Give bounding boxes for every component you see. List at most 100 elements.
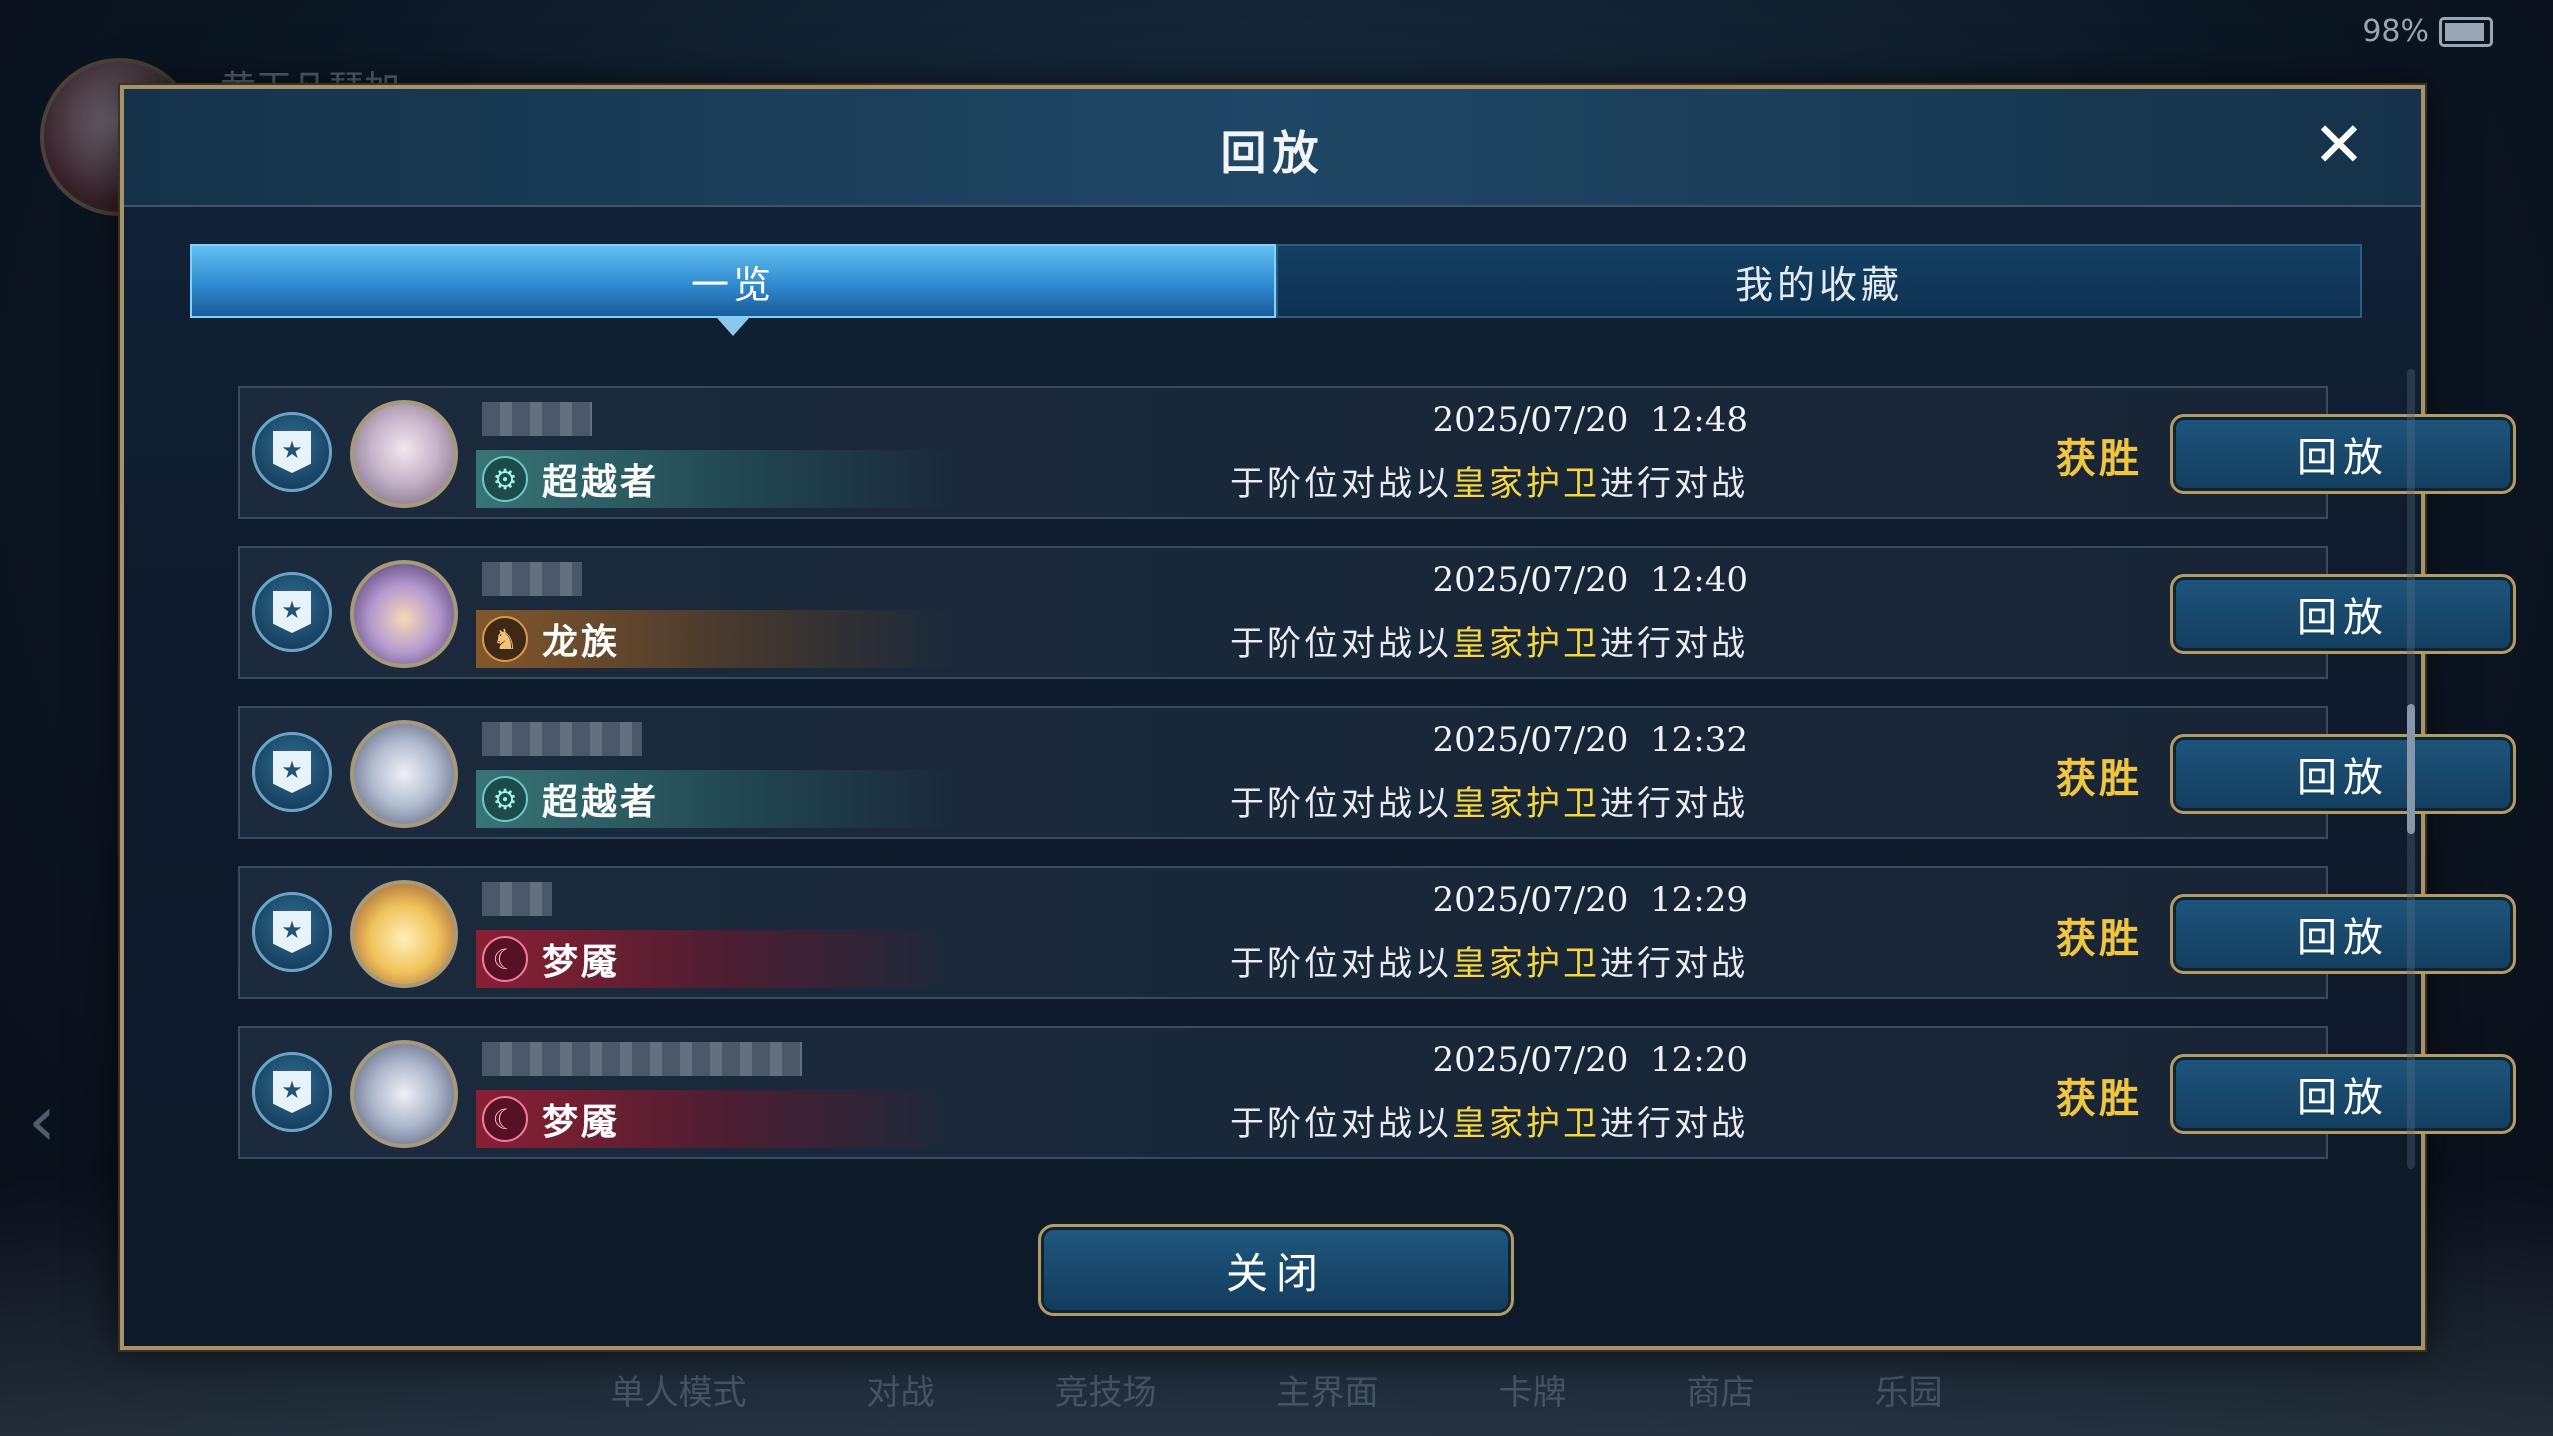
replay-row: ★ ☾ 梦魇 2025/07/20 12:29 于阶位对战以皇家护卫进行对战 获… [238,866,2516,999]
dialog-header: 回放 ✕ [124,89,2421,207]
battery-icon [2439,16,2493,47]
match-description: 于阶位对战以皇家护卫进行对战 [1230,456,1748,505]
dragoncraft-icon: ♞ [482,616,528,662]
match-datetime: 2025/07/20 12:48 [1432,400,1748,440]
desc-suffix: 进行对战 [1600,624,1748,664]
class-strip: ☾ 梦魇 [476,1090,956,1148]
class-name: 梦魇 [542,942,621,983]
deck-name: 皇家护卫 [1452,464,1600,504]
desc-prefix: 于阶位对战以 [1230,624,1452,664]
deck-name: 皇家护卫 [1452,624,1600,664]
match-datetime: 2025/07/20 12:29 [1432,880,1748,920]
class-name: 超越者 [542,462,660,503]
replay-row: ★ ☾ 梦魇 2025/07/20 12:20 于阶位对战以皇家护卫进行对战 获… [238,1026,2516,1159]
class-strip: ♞ 龙族 [476,610,956,668]
class-name: 龙族 [542,622,621,663]
opponent-portrait [350,880,458,988]
abysscraft-icon: ☾ [482,936,528,982]
tab-bar: 一览 我的收藏 [190,244,2362,336]
background-nav-item: 对战 [866,1373,935,1413]
class-name: 超越者 [542,782,660,823]
star-badge-icon: ★ [273,591,311,633]
match-description: 于阶位对战以皇家护卫进行对战 [1230,1096,1748,1145]
background-nav-item: 商店 [1686,1373,1755,1413]
battery-percent: 98% [2362,14,2429,49]
class-strip: ⚙ 超越者 [476,450,956,508]
star-badge-icon: ★ [273,911,311,953]
desc-prefix: 于阶位对战以 [1230,1104,1452,1144]
background-nav-item: 竞技场 [1054,1373,1157,1413]
favorite-button[interactable]: ★ [252,892,332,972]
opponent-portrait [350,720,458,828]
match-result: 获胜 [2056,756,2142,802]
dialog-title: 回放 [1220,126,1325,180]
match-result: 获胜 [2056,916,2142,962]
opponent-name-blurred [482,882,552,916]
deck-name: 皇家护卫 [1452,944,1600,984]
favorite-button[interactable]: ★ [252,732,332,812]
left-arrow-icon: ‹ [28,1080,56,1162]
favorite-button[interactable]: ★ [252,572,332,652]
close-button[interactable]: 关闭 [1038,1224,1514,1316]
star-badge-icon: ★ [273,431,311,473]
class-strip: ☾ 梦魇 [476,930,956,988]
star-badge-icon: ★ [273,751,311,793]
opponent-name-blurred [482,402,592,436]
desc-suffix: 进行对战 [1600,784,1748,824]
replay-list: ★ ⚙ 超越者 2025/07/20 12:48 于阶位对战以皇家护卫进行对战 … [238,386,2516,1186]
portalcraft-icon: ⚙ [482,776,528,822]
match-datetime: 2025/07/20 12:32 [1432,720,1748,760]
match-description: 于阶位对战以皇家护卫进行对战 [1230,776,1748,825]
list-scrollbar[interactable] [2407,369,2415,1169]
tab-overview-label: 一览 [690,262,775,307]
replay-button[interactable]: 回放 [2170,414,2516,494]
background-nav: 单人模式 对战 竞技场 主界面 卡牌 商店 乐园 [0,1365,2553,1414]
replay-button[interactable]: 回放 [2170,734,2516,814]
desc-prefix: 于阶位对战以 [1230,944,1452,984]
match-result: 获胜 [2056,1076,2142,1122]
tab-overview[interactable]: 一览 [190,244,1276,336]
opponent-name-blurred [482,722,642,756]
background-nav-item: 主界面 [1276,1373,1379,1413]
match-description: 于阶位对战以皇家护卫进行对战 [1230,616,1748,665]
class-name: 梦魇 [542,1102,621,1143]
deck-name: 皇家护卫 [1452,784,1600,824]
opponent-portrait [350,560,458,668]
opponent-portrait [350,1040,458,1148]
opponent-name-blurred [482,562,582,596]
match-description: 于阶位对战以皇家护卫进行对战 [1230,936,1748,985]
deck-name: 皇家护卫 [1452,1104,1600,1144]
match-result: 获胜 [2056,436,2142,482]
desc-prefix: 于阶位对战以 [1230,784,1452,824]
desc-suffix: 进行对战 [1600,464,1748,504]
close-icon[interactable]: ✕ [2309,114,2369,177]
desc-prefix: 于阶位对战以 [1230,464,1452,504]
class-strip: ⚙ 超越者 [476,770,956,828]
star-badge-icon: ★ [273,1071,311,1113]
desc-suffix: 进行对战 [1600,944,1748,984]
opponent-portrait [350,400,458,508]
tab-my-favorites-label: 我的收藏 [1734,262,1903,307]
replay-row: ★ ♞ 龙族 2025/07/20 12:40 于阶位对战以皇家护卫进行对战 回… [238,546,2516,679]
favorite-button[interactable]: ★ [252,1052,332,1132]
background-nav-item: 卡牌 [1498,1373,1567,1413]
background-nav-item: 单人模式 [610,1373,747,1413]
replay-button[interactable]: 回放 [2170,894,2516,974]
replay-button[interactable]: 回放 [2170,1054,2516,1134]
abysscraft-icon: ☾ [482,1096,528,1142]
opponent-name-blurred [482,1042,802,1076]
favorite-button[interactable]: ★ [252,412,332,492]
scrollbar-thumb[interactable] [2407,704,2415,834]
battery-indicator: 98% [2362,14,2493,49]
tab-active-pointer-icon [717,318,749,336]
background-nav-item: 乐园 [1874,1373,1943,1413]
tab-my-favorites[interactable]: 我的收藏 [1276,244,2362,318]
replay-row: ★ ⚙ 超越者 2025/07/20 12:48 于阶位对战以皇家护卫进行对战 … [238,386,2516,519]
replay-row: ★ ⚙ 超越者 2025/07/20 12:32 于阶位对战以皇家护卫进行对战 … [238,706,2516,839]
replay-dialog: 回放 ✕ 一览 我的收藏 ★ ⚙ 超越者 2025/07/20 12:48 于阶… [120,85,2516,1350]
match-datetime: 2025/07/20 12:20 [1432,1040,1748,1080]
match-datetime: 2025/07/20 12:40 [1432,560,1748,600]
desc-suffix: 进行对战 [1600,1104,1748,1144]
replay-button[interactable]: 回放 [2170,574,2516,654]
portalcraft-icon: ⚙ [482,456,528,502]
